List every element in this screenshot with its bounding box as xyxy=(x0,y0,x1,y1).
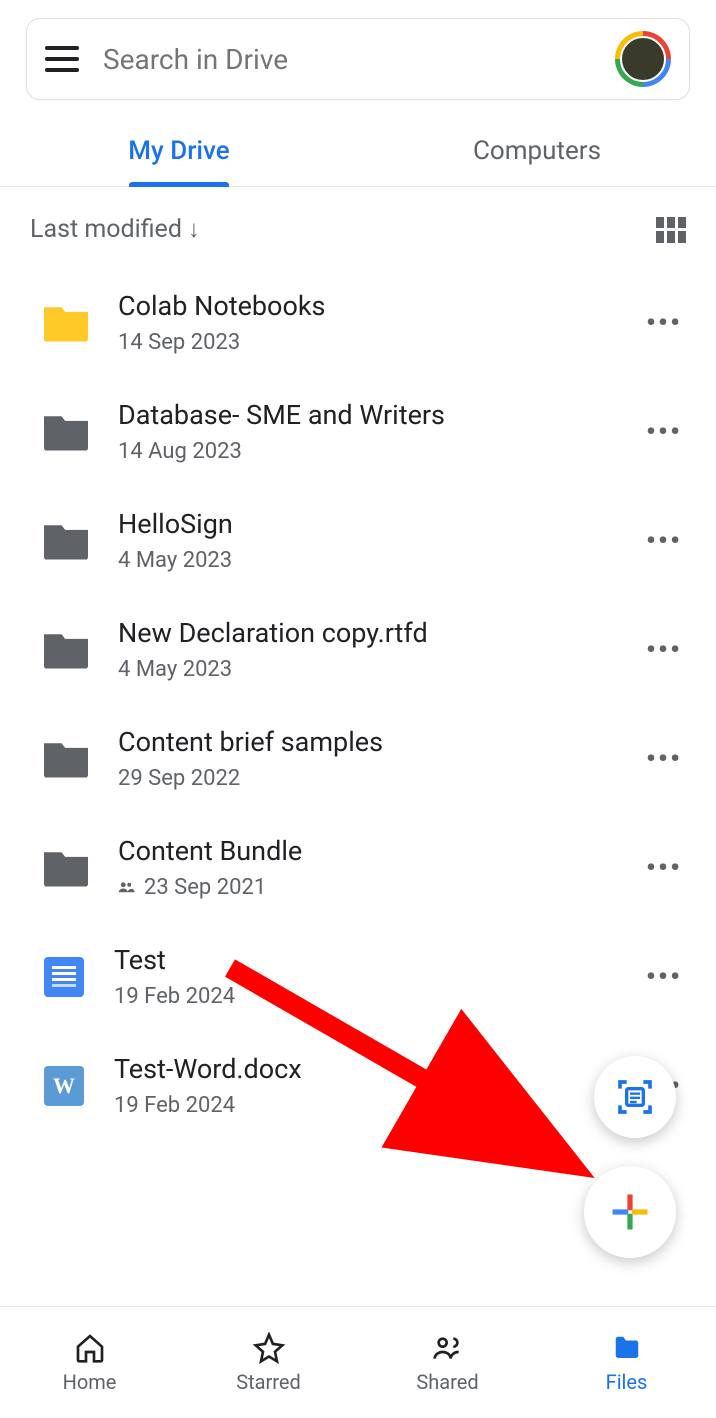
nav-label: Shared xyxy=(416,1370,478,1394)
file-row[interactable]: New Declaration copy.rtfd 4 May 2023 ••• xyxy=(0,595,716,704)
sort-row: Last modified ↓ xyxy=(0,187,716,258)
search-bar[interactable]: Search in Drive xyxy=(26,18,690,100)
more-icon[interactable]: ••• xyxy=(642,518,686,563)
more-icon[interactable]: ••• xyxy=(642,736,686,781)
doc-blue-icon xyxy=(44,957,84,997)
file-date-text: 19 Feb 2024 xyxy=(114,1093,235,1118)
file-date: 14 Sep 2023 xyxy=(118,330,612,355)
file-row[interactable]: HelloSign 4 May 2023 ••• xyxy=(0,486,716,595)
file-text: Test 19 Feb 2024 xyxy=(114,944,612,1009)
folder-gray-icon xyxy=(44,522,88,560)
tab-computers[interactable]: Computers xyxy=(358,118,716,186)
tabs: My Drive Computers xyxy=(0,118,716,187)
file-name: Database- SME and Writers xyxy=(118,399,612,431)
file-date-text: 4 May 2023 xyxy=(118,657,232,682)
folder-yellow-icon xyxy=(44,304,88,342)
file-name: Content Bundle xyxy=(118,835,612,867)
file-date-text: 29 Sep 2022 xyxy=(118,766,240,791)
folder-gray-icon xyxy=(44,849,88,887)
tab-my-drive[interactable]: My Drive xyxy=(0,118,358,186)
file-row[interactable]: Colab Notebooks 14 Sep 2023 ••• xyxy=(0,268,716,377)
nav-shared[interactable]: Shared xyxy=(358,1307,537,1418)
file-name: Test xyxy=(114,944,612,976)
file-date: 19 Feb 2024 xyxy=(114,984,612,1009)
more-icon[interactable]: ••• xyxy=(642,627,686,672)
nav-label: Starred xyxy=(236,1370,301,1394)
scan-icon xyxy=(615,1077,655,1117)
bottom-nav: Home Starred Shared Files xyxy=(0,1306,716,1418)
nav-label: Home xyxy=(63,1370,117,1394)
file-date-text: 23 Sep 2021 xyxy=(144,875,266,900)
file-row[interactable]: Test 19 Feb 2024 ••• xyxy=(0,922,716,1031)
sort-button[interactable]: Last modified ↓ xyxy=(30,215,200,244)
sort-label-text: Last modified xyxy=(30,215,182,244)
nav-files[interactable]: Files xyxy=(537,1307,716,1418)
nav-home[interactable]: Home xyxy=(0,1307,179,1418)
people-icon xyxy=(431,1332,465,1364)
file-name: Test-Word.docx xyxy=(114,1053,612,1085)
folder-gray-icon xyxy=(44,631,88,669)
doc-w-icon: W xyxy=(44,1066,84,1106)
file-text: Database- SME and Writers 14 Aug 2023 xyxy=(118,399,612,464)
more-icon[interactable]: ••• xyxy=(642,409,686,454)
file-name: Content brief samples xyxy=(118,726,612,758)
nav-starred[interactable]: Starred xyxy=(179,1307,358,1418)
add-button[interactable] xyxy=(584,1166,676,1258)
shared-icon xyxy=(118,875,136,900)
arrow-down-icon: ↓ xyxy=(188,215,200,244)
file-name: HelloSign xyxy=(118,508,612,540)
file-date: 19 Feb 2024 xyxy=(114,1093,612,1118)
file-list: Colab Notebooks14 Sep 2023•••Database- S… xyxy=(0,258,716,1150)
file-date-text: 14 Aug 2023 xyxy=(118,439,242,464)
file-date: 4 May 2023 xyxy=(118,548,612,573)
file-name: Colab Notebooks xyxy=(118,290,612,322)
file-text: HelloSign 4 May 2023 xyxy=(118,508,612,573)
folder-icon xyxy=(610,1332,644,1364)
more-icon[interactable]: ••• xyxy=(642,954,686,999)
file-date: 4 May 2023 xyxy=(118,657,612,682)
menu-icon[interactable] xyxy=(45,46,79,72)
file-row[interactable]: Content Bundle 23 Sep 2021 ••• xyxy=(0,813,716,922)
file-date-text: 4 May 2023 xyxy=(118,548,232,573)
file-date: 29 Sep 2022 xyxy=(118,766,612,791)
file-text: Test-Word.docx 19 Feb 2024 xyxy=(114,1053,612,1118)
more-icon[interactable]: ••• xyxy=(642,845,686,890)
account-avatar[interactable] xyxy=(615,31,671,87)
nav-label: Files xyxy=(606,1370,648,1394)
avatar-image xyxy=(620,36,666,82)
file-date-text: 19 Feb 2024 xyxy=(114,984,235,1009)
home-icon xyxy=(73,1332,107,1364)
folder-gray-icon xyxy=(44,413,88,451)
file-date-text: 14 Sep 2023 xyxy=(118,330,240,355)
file-text: Content brief samples 29 Sep 2022 xyxy=(118,726,612,791)
search-input[interactable]: Search in Drive xyxy=(103,43,615,76)
file-row[interactable]: Content brief samples 29 Sep 2022 ••• xyxy=(0,704,716,813)
more-icon[interactable]: ••• xyxy=(642,300,686,345)
file-date: 23 Sep 2021 xyxy=(118,875,612,900)
file-text: Colab Notebooks 14 Sep 2023 xyxy=(118,290,612,355)
plus-icon xyxy=(609,1191,651,1233)
file-name: New Declaration copy.rtfd xyxy=(118,617,612,649)
file-text: New Declaration copy.rtfd 4 May 2023 xyxy=(118,617,612,682)
file-text: Content Bundle 23 Sep 2021 xyxy=(118,835,612,900)
file-date: 14 Aug 2023 xyxy=(118,439,612,464)
file-row[interactable]: Database- SME and Writers 14 Aug 2023 ••• xyxy=(0,377,716,486)
star-icon xyxy=(252,1332,286,1364)
folder-gray-icon xyxy=(44,740,88,778)
scan-button[interactable] xyxy=(594,1056,676,1138)
grid-view-icon[interactable] xyxy=(656,217,686,243)
